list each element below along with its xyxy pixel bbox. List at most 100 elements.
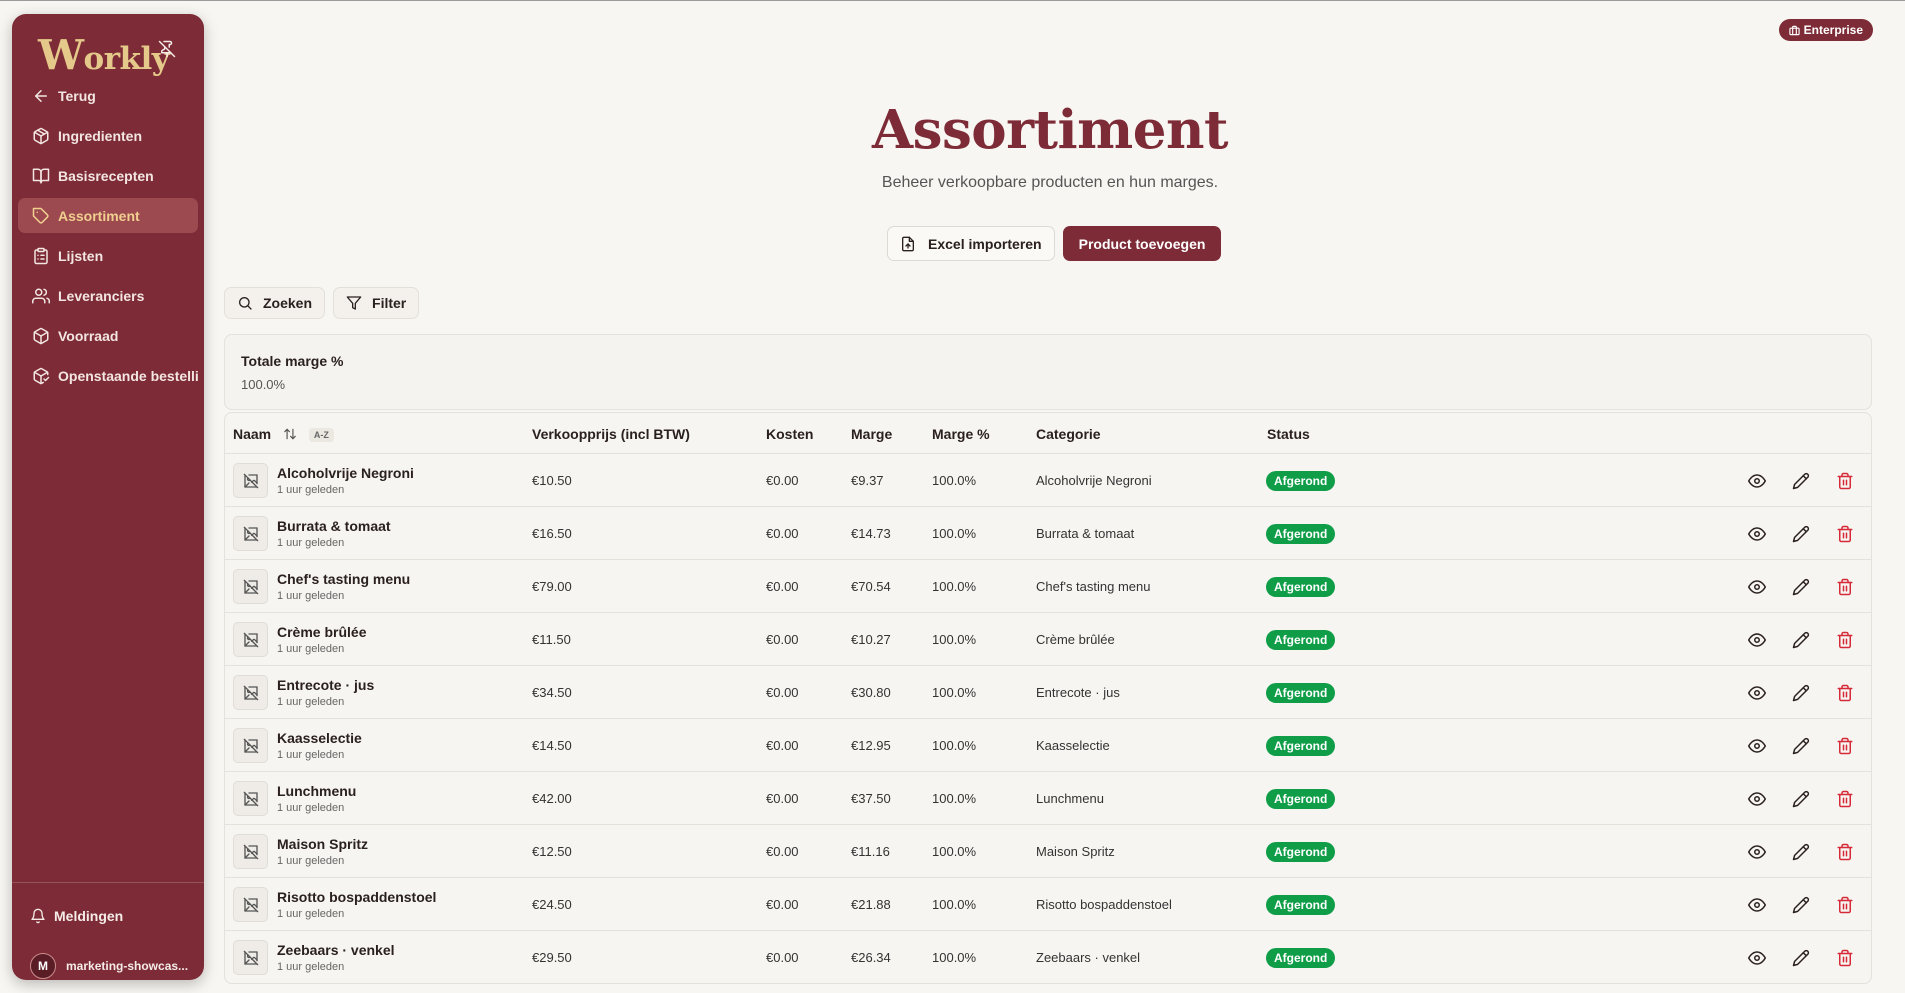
product-cost: €0.00 (766, 526, 799, 541)
logo[interactable]: Workly (38, 31, 170, 79)
delete-button[interactable] (1836, 843, 1854, 861)
view-button[interactable] (1748, 525, 1766, 543)
view-button[interactable] (1748, 843, 1766, 861)
product-price: €12.50 (532, 844, 572, 859)
product-margin: €11.16 (851, 844, 890, 859)
table-row: Burrata & tomaat 1 uur geleden €16.50 €0… (225, 507, 1871, 560)
delete-button[interactable] (1836, 737, 1854, 755)
notifications-button[interactable]: Meldingen (30, 908, 123, 924)
sort-icon[interactable] (283, 427, 297, 441)
product-updated: 1 uur geleden (277, 749, 345, 761)
sidebar-item-basisrecepten[interactable]: Basisrecepten (18, 158, 198, 193)
table-row: Alcoholvrije Negroni 1 uur geleden €10.5… (225, 454, 1871, 507)
product-name[interactable]: Alcoholvrije Negroni (277, 465, 414, 481)
delete-button[interactable] (1836, 790, 1854, 808)
logo-row: Workly (26, 26, 190, 79)
edit-button[interactable] (1792, 896, 1810, 914)
sidebar-item-terug[interactable]: Terug (18, 78, 198, 113)
filter-button[interactable]: Filter (333, 287, 420, 319)
product-thumbnail (233, 728, 268, 763)
eye-icon (1748, 474, 1766, 488)
sidebar-item-ingredienten[interactable]: Ingredienten (18, 118, 198, 153)
sidebar-item-lijsten[interactable]: Lijsten (18, 238, 198, 273)
search-button[interactable]: Zoeken (224, 287, 326, 319)
delete-button[interactable] (1836, 896, 1854, 914)
delete-button[interactable] (1836, 684, 1854, 702)
product-category: Entrecote · jus (1036, 685, 1120, 700)
product-updated: 1 uur geleden (277, 908, 345, 920)
trash-icon (1837, 843, 1853, 861)
edit-button[interactable] (1792, 525, 1810, 543)
import-excel-button[interactable]: Excel importeren (887, 226, 1055, 261)
status-badge: Afgerond (1266, 471, 1336, 491)
product-name[interactable]: Entrecote · jus (277, 677, 374, 693)
sort-chip: A-Z (308, 428, 334, 442)
column-header-margin: Marge (851, 426, 893, 442)
edit-button[interactable] (1792, 737, 1810, 755)
edit-button[interactable] (1792, 578, 1810, 596)
edit-button[interactable] (1792, 790, 1810, 808)
sidebar-nav: Terug Ingredienten Basisrecepten Assorti… (18, 78, 198, 398)
edit-button[interactable] (1792, 631, 1810, 649)
edit-button[interactable] (1792, 684, 1810, 702)
sidebar: Workly Terug Ingredienten Basisrecepten … (12, 14, 204, 980)
product-name[interactable]: Lunchmenu (277, 783, 356, 799)
product-cost: €0.00 (766, 738, 799, 753)
view-button[interactable] (1748, 472, 1766, 490)
pencil-icon (1792, 684, 1810, 702)
column-header-name[interactable]: Naam A-Z (233, 426, 334, 442)
sidebar-item-openstaande-bestellingen[interactable]: Openstaande bestellingen (18, 358, 198, 393)
box-icon (33, 327, 49, 344)
delete-button[interactable] (1836, 949, 1854, 967)
status-badge: Afgerond (1266, 577, 1336, 597)
add-product-button[interactable]: Product toevoegen (1062, 226, 1222, 261)
product-name[interactable]: Risotto bospaddenstoel (277, 889, 436, 905)
view-button[interactable] (1748, 684, 1766, 702)
table-row: Lunchmenu 1 uur geleden €42.00 €0.00 €37… (225, 772, 1871, 825)
delete-button[interactable] (1836, 472, 1854, 490)
product-name[interactable]: Burrata & tomaat (277, 518, 391, 534)
arrow-left-icon (35, 89, 47, 102)
delete-button[interactable] (1836, 578, 1854, 596)
sidebar-item-assortiment[interactable]: Assortiment (18, 198, 198, 233)
view-button[interactable] (1748, 737, 1766, 755)
product-name[interactable]: Chef's tasting menu (277, 571, 410, 587)
delete-button[interactable] (1836, 525, 1854, 543)
product-name[interactable]: Zeebaars · venkel (277, 942, 395, 958)
product-name[interactable]: Crème brûlée (277, 624, 366, 640)
plan-badge-label: Enterprise (1803, 23, 1863, 37)
total-margin-value: 100.0% (241, 377, 286, 392)
status-badge: Afgerond (1266, 789, 1336, 809)
product-name[interactable]: Maison Spritz (277, 836, 368, 852)
sidebar-item-leveranciers[interactable]: Leveranciers (18, 278, 198, 313)
view-button[interactable] (1748, 790, 1766, 808)
trash-icon (1837, 790, 1853, 808)
table-row: Chef's tasting menu 1 uur geleden €79.00… (225, 560, 1871, 613)
product-margin: €70.54 (851, 579, 891, 594)
edit-button[interactable] (1792, 843, 1810, 861)
sidebar-item-label: Leveranciers (58, 287, 145, 304)
view-button[interactable] (1748, 896, 1766, 914)
sidebar-item-label: Terug (58, 87, 96, 104)
user-menu[interactable]: M marketing-showcas... (30, 953, 188, 979)
pin-off-icon[interactable] (158, 40, 176, 58)
eye-icon (1748, 792, 1766, 806)
table-row: Maison Spritz 1 uur geleden €12.50 €0.00… (225, 825, 1871, 878)
eye-icon (1748, 951, 1766, 965)
sidebar-item-voorraad[interactable]: Voorraad (18, 318, 198, 353)
product-name[interactable]: Kaasselectie (277, 730, 362, 746)
product-updated: 1 uur geleden (277, 537, 345, 549)
sidebar-divider (12, 882, 204, 883)
plan-badge: Enterprise (1778, 19, 1873, 41)
eye-icon (1748, 633, 1766, 647)
search-label: Zoeken (263, 295, 313, 311)
view-button[interactable] (1748, 631, 1766, 649)
trash-icon (1837, 737, 1853, 755)
view-button[interactable] (1748, 578, 1766, 596)
briefcase-icon (1788, 25, 1800, 35)
view-button[interactable] (1748, 949, 1766, 967)
delete-button[interactable] (1836, 631, 1854, 649)
edit-button[interactable] (1792, 472, 1810, 490)
page-title: Assortiment (871, 99, 1229, 161)
edit-button[interactable] (1792, 949, 1810, 967)
